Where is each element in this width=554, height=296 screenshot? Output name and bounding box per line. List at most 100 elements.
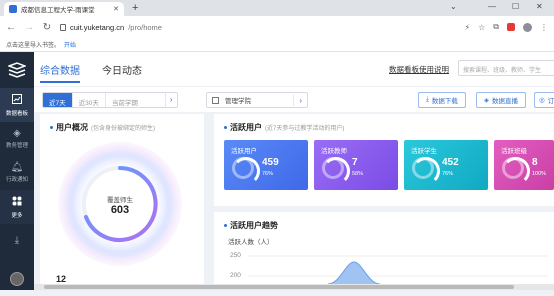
lightning-icon[interactable]: ⚡ [464,23,470,32]
scrollbar-thumb[interactable] [44,285,514,289]
shield-icon: ◈ [484,97,489,104]
address-bar[interactable]: cuit.yuketang.cn/pro/home [60,23,456,32]
subscribe-button[interactable]: ◎ 订 [534,92,554,108]
layers-icon: ◈ [13,128,21,139]
stat-percent: 76% [442,171,454,177]
grid-icon [12,196,22,209]
sidebar-item-label: 数据看板 [5,110,28,117]
stat-ring [412,157,440,185]
user-overview-card: 用户概况 (包含身份被绑定的师生) 覆盖师生 603 12 [40,114,204,286]
new-tab-button[interactable]: + [132,2,138,14]
menu-icon[interactable]: ⋮ [540,23,548,32]
trend-card: 活跃用户趋势 活跃人数（人） 250 200 [214,212,554,284]
center-value: 603 [110,204,130,216]
stat-value: 452 [442,157,459,168]
stat-label: 活跃班级 [501,148,527,155]
title-dot [224,224,227,227]
reload-icon[interactable]: ↻ [42,22,52,33]
sidebar-item-label: 行政通知 [5,177,28,183]
stat-label: 活跃教师 [321,148,347,155]
main-header: 综合数据 今日动态 数据看板使用说明 搜索课程、班级、教师、学生 [34,52,554,86]
range-7days[interactable]: 近7天 [43,93,73,107]
sidebar-item-notice[interactable]: 🔔︎ 行政通知 [0,156,34,190]
bookmark-import-link[interactable]: 开始 [64,40,76,49]
card-header: 活跃用户 (近7天参与过教学活动的用户) [224,122,344,133]
chart-y-label: 活跃人数（人） [228,239,274,246]
overview-bottom-value: 12 [56,274,67,284]
button-label: 数据下载 [431,98,458,105]
guide-link[interactable]: 数据看板使用说明 [389,64,449,75]
card-header: 活跃用户趋势 [224,220,278,231]
y-tick: 250 [230,252,241,259]
stat-card-active-teachers[interactable]: 活跃教师 7 58% [314,140,398,190]
checkbox-icon [212,96,219,104]
avatar [10,272,24,286]
lock-icon [60,23,66,31]
sidebar-user-avatar[interactable] [0,262,34,296]
college-selector[interactable]: 管理学院 › [206,92,308,108]
stat-label: 活跃学生 [411,148,437,155]
sidebar-item-label: 教务管理 [5,143,28,149]
card-subtitle: (近7天参与过教学活动的用户) [265,126,345,132]
extensions-icon[interactable]: ⧉ [493,22,499,32]
profile-avatar[interactable] [523,22,532,32]
tab-overview[interactable]: 综合数据 [40,54,80,85]
sidebar-item-more[interactable]: 更多 [0,190,34,224]
center-label: 覆盖师生 [107,197,133,204]
sidebar: 数据看板 ◈ 教务管理 🔔︎ 行政通知 更多 ⤓ [0,52,34,290]
chart-icon [12,93,22,107]
stat-card-active-classes[interactable]: 活跃班级 8 100% [494,140,554,190]
stat-card-active-users[interactable]: 活跃用户 459 76% [224,140,308,190]
stat-card-active-students[interactable]: 活跃学生 452 76% [404,140,488,190]
trend-area-chart [248,255,548,284]
forward-icon[interactable]: → [24,22,34,33]
back-icon[interactable]: ← [6,22,16,33]
y-tick: 200 [230,272,241,279]
tab-title: 成都信息工程大学-雨课堂 [21,7,95,14]
chevron-right-icon: › [293,94,307,106]
sidebar-item-dashboard[interactable]: 数据看板 [0,88,34,122]
sidebar-download[interactable]: ⤓ [0,224,34,258]
maximize-button[interactable]: ☐ [512,2,519,11]
minimize-button[interactable]: — [488,2,496,11]
bell-icon: ◎ [539,97,545,104]
card-title: 活跃用户趋势 [230,221,278,230]
college-name: 管理学院 [225,98,251,105]
download-icon: ⤓ [14,235,20,246]
date-range-selector: 近7天 近30天 当前学期 › [42,92,178,108]
favicon-icon [9,5,17,13]
extension-red-icon[interactable] [507,23,515,31]
sidebar-item-academic[interactable]: ◈ 教务管理 [0,122,34,156]
logo-icon[interactable] [0,52,34,88]
sidebar-item-label: 更多 [11,212,23,219]
stat-percent: 100% [532,171,547,177]
filter-bar: 近7天 近30天 当前学期 › 管理学院 › ⤓ 数据下载 ◈ 数据直播 ◎ 订 [34,86,554,112]
tab-today[interactable]: 今日动态 [102,54,142,85]
range-semester[interactable]: 当前学期 [106,93,166,107]
range-30days[interactable]: 近30天 [73,93,106,107]
browser-tabbar: 成都信息工程大学-雨课堂 ✕ + ⌄ — ☐ ✕ [0,0,554,16]
stat-value: 7 [352,157,358,168]
horizontal-scrollbar[interactable] [34,284,554,290]
url-path: /pro/home [128,22,162,32]
stat-percent: 76% [262,171,274,177]
star-icon[interactable]: ☆ [478,23,485,32]
chevron-right-icon[interactable]: › [166,93,177,107]
bookmark-hint: 点击这里导入书签。 [6,43,61,49]
live-data-button[interactable]: ◈ 数据直播 [476,92,526,108]
download-data-button[interactable]: ⤓ 数据下载 [418,92,466,108]
browser-tab[interactable]: 成都信息工程大学-雨课堂 ✕ [4,2,124,16]
title-dot [224,126,227,129]
stat-ring [232,157,260,185]
stat-ring [322,157,350,185]
button-label: 订 [547,98,554,105]
tab-search-icon[interactable]: ⌄ [450,2,457,11]
stat-percent: 58% [352,171,364,177]
search-input[interactable]: 搜索课程、班级、教师、学生 [458,60,554,76]
bookmark-bar: 点击这里导入书签。 开始 [0,38,554,52]
stat-label: 活跃用户 [231,148,257,155]
download-icon: ⤓ [426,96,429,103]
close-window-button[interactable]: ✕ [536,2,543,11]
button-label: 数据直播 [492,98,518,105]
close-icon[interactable]: ✕ [113,5,119,13]
